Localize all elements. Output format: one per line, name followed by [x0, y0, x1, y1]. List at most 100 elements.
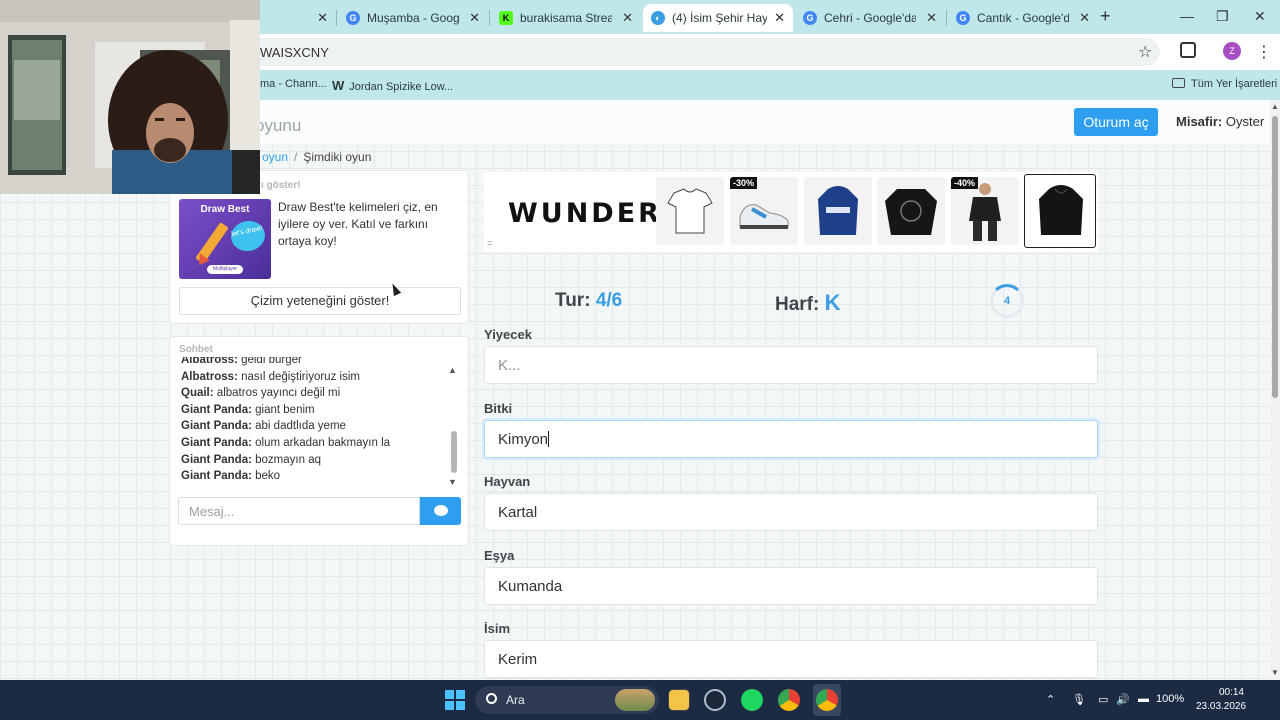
chat-username: Albatross:: [181, 357, 238, 366]
page-title: oyunu: [255, 116, 302, 135]
white-tshirt-icon: [667, 188, 713, 234]
taskbar: Ara ⌃ 🎙 ▭ 🔊 ▬ 100% 00:14 23.03.2026: [0, 680, 1280, 720]
volume-icon[interactable]: 🔊: [1116, 693, 1130, 706]
chat-username: Giant Panda:: [181, 420, 252, 433]
display-icon[interactable]: ▭: [1098, 693, 1108, 706]
scroll-down-icon[interactable]: ▼: [448, 477, 457, 487]
new-tab-icon[interactable]: +: [1100, 6, 1111, 27]
close-icon[interactable]: ✕: [469, 10, 480, 26]
discount-badge: -30%: [730, 177, 758, 189]
draw-skill-button[interactable]: Çizim yeteneğini göster!: [179, 287, 461, 315]
tab-separator: [489, 10, 490, 26]
tab-3-title: (4) İsim Şehir Hayvan: [672, 11, 767, 25]
ad-info-icon[interactable]: =: [487, 238, 492, 248]
chat-message: Giant Panda: beko: [181, 468, 443, 485]
send-message-button[interactable]: [420, 497, 461, 525]
tray-expand-icon[interactable]: ⌃: [1046, 693, 1055, 706]
chat-username: Giant Panda:: [181, 453, 252, 466]
chat-label: Sohbet: [179, 344, 213, 355]
chat-scrollbar[interactable]: [451, 431, 457, 473]
kick-icon: K: [499, 11, 513, 25]
answer-input[interactable]: Kerim: [484, 640, 1098, 678]
chat-message-input[interactable]: Mesaj...: [178, 497, 420, 525]
start-icon[interactable]: [445, 690, 465, 710]
chrome-icon[interactable]: [816, 689, 838, 711]
blue-hoodie-icon: [818, 186, 858, 235]
chat-username: Giant Panda:: [181, 470, 252, 483]
clock-date: 23.03.2026: [1196, 701, 1247, 712]
tab-2[interactable]: K burakisama Stream - ✕: [491, 4, 641, 32]
answer-input[interactable]: Kumanda: [484, 566, 1098, 605]
page-scrollbar[interactable]: ▲ ▼: [1270, 100, 1280, 680]
ad-brand-logo: WUNDER: [508, 198, 662, 229]
page-scroll-thumb[interactable]: [1272, 116, 1278, 398]
chat-text: olum arkadan bakmayın la: [255, 436, 391, 449]
tab-separator: [336, 10, 337, 26]
game-icon: ◐: [651, 11, 665, 25]
letter-info: Harf: K: [775, 290, 841, 316]
taskbar-search[interactable]: Ara: [475, 686, 659, 714]
chat-username: Albatross:: [181, 370, 238, 383]
bookmark-1[interactable]: W Jordan Spizike Low...: [332, 78, 453, 93]
steam-icon[interactable]: [704, 689, 726, 711]
answer-value: Kartal: [498, 504, 538, 521]
chat-message: Giant Panda: olum arkadan bakmayın la: [181, 435, 443, 452]
tab-1[interactable]: G Muşamba - Google'd ✕: [338, 4, 488, 32]
product-white-tshirt[interactable]: [656, 177, 724, 245]
google-icon: G: [803, 11, 817, 25]
all-bookmarks[interactable]: Tüm Yer İşaretleri: [1172, 78, 1277, 90]
bookmark-star-icon[interactable]: ☆: [1138, 42, 1152, 62]
scroll-down-icon[interactable]: ▼: [1271, 668, 1279, 677]
tab-3[interactable]: ◐ (4) İsim Şehir Hayvan ✕: [643, 4, 793, 32]
extensions-icon[interactable]: [1180, 42, 1196, 58]
close-icon[interactable]: ✕: [1079, 10, 1090, 26]
breadcrumb-link[interactable]: oyun: [262, 150, 288, 164]
avatar[interactable]: Z: [1223, 42, 1241, 60]
chat-message: Giant Panda: bozmayın aq: [181, 452, 443, 469]
close-icon[interactable]: ✕: [317, 10, 328, 26]
bookmark-0[interactable]: ma - Chann...: [260, 78, 327, 90]
chrome-profile-icon[interactable]: [778, 689, 800, 711]
close-icon[interactable]: ✕: [622, 10, 633, 26]
guest-info: Misafir: Oyster: [1176, 114, 1264, 129]
spotify-icon[interactable]: [741, 689, 763, 711]
product-blue-hoodie[interactable]: [804, 177, 872, 245]
microphone-icon[interactable]: 🎙: [1072, 693, 1086, 706]
clock[interactable]: 00:14 23.03.2026: [1196, 686, 1247, 714]
draw-best-image[interactable]: Draw Best let's draw! Multiplayer: [179, 199, 271, 279]
battery-icon[interactable]: ▬: [1138, 693, 1149, 705]
login-button[interactable]: Oturum aç: [1074, 108, 1158, 136]
multiplayer-badge: Multiplayer: [207, 265, 243, 274]
letter-value: K: [824, 290, 841, 315]
tab-5[interactable]: G Cantık - Google'da A ✕: [948, 4, 1098, 32]
chat-text: albatros yayıncı değil mi: [216, 387, 341, 400]
product-sneaker[interactable]: -30%: [730, 177, 798, 245]
field-label: Yiyecek: [484, 327, 532, 342]
minimize-icon[interactable]: —: [1180, 8, 1194, 24]
file-explorer-icon[interactable]: [668, 689, 690, 711]
folder-icon: [1172, 78, 1185, 88]
clock-time: 00:14: [1218, 687, 1244, 698]
round-value: 4/6: [595, 290, 623, 311]
field-label: Hayvan: [484, 474, 531, 489]
answer-input[interactable]: K...: [484, 346, 1098, 384]
webcam-image: [0, 0, 260, 194]
answer-input[interactable]: Kartal: [484, 493, 1098, 531]
close-icon[interactable]: ✕: [774, 10, 785, 26]
product-black-hoodie[interactable]: [1024, 174, 1096, 248]
omnibox[interactable]: WAISXCNY: [250, 38, 1160, 66]
breadcrumb-current: Şimdiki oyun: [303, 150, 372, 164]
tab-4[interactable]: G Cehri - Google'da Ar ✕: [795, 4, 945, 32]
answer-input[interactable]: Kimyon: [484, 419, 1098, 458]
close-icon[interactable]: ✕: [926, 10, 937, 26]
chat-text: abi dadtlıda yeme: [255, 420, 346, 433]
ad-banner[interactable]: WUNDER = -30% -40%: [484, 172, 1098, 252]
window-close-icon[interactable]: ✕: [1254, 8, 1266, 25]
product-black-jacket[interactable]: -40%: [951, 177, 1019, 245]
scroll-up-icon[interactable]: ▲: [448, 365, 457, 375]
scroll-up-icon[interactable]: ▲: [1271, 102, 1279, 111]
restore-icon[interactable]: ❐: [1216, 8, 1229, 25]
menu-icon[interactable]: ⋮: [1256, 42, 1272, 62]
product-black-sweater[interactable]: [877, 177, 945, 245]
search-highlight-image: [615, 689, 655, 711]
